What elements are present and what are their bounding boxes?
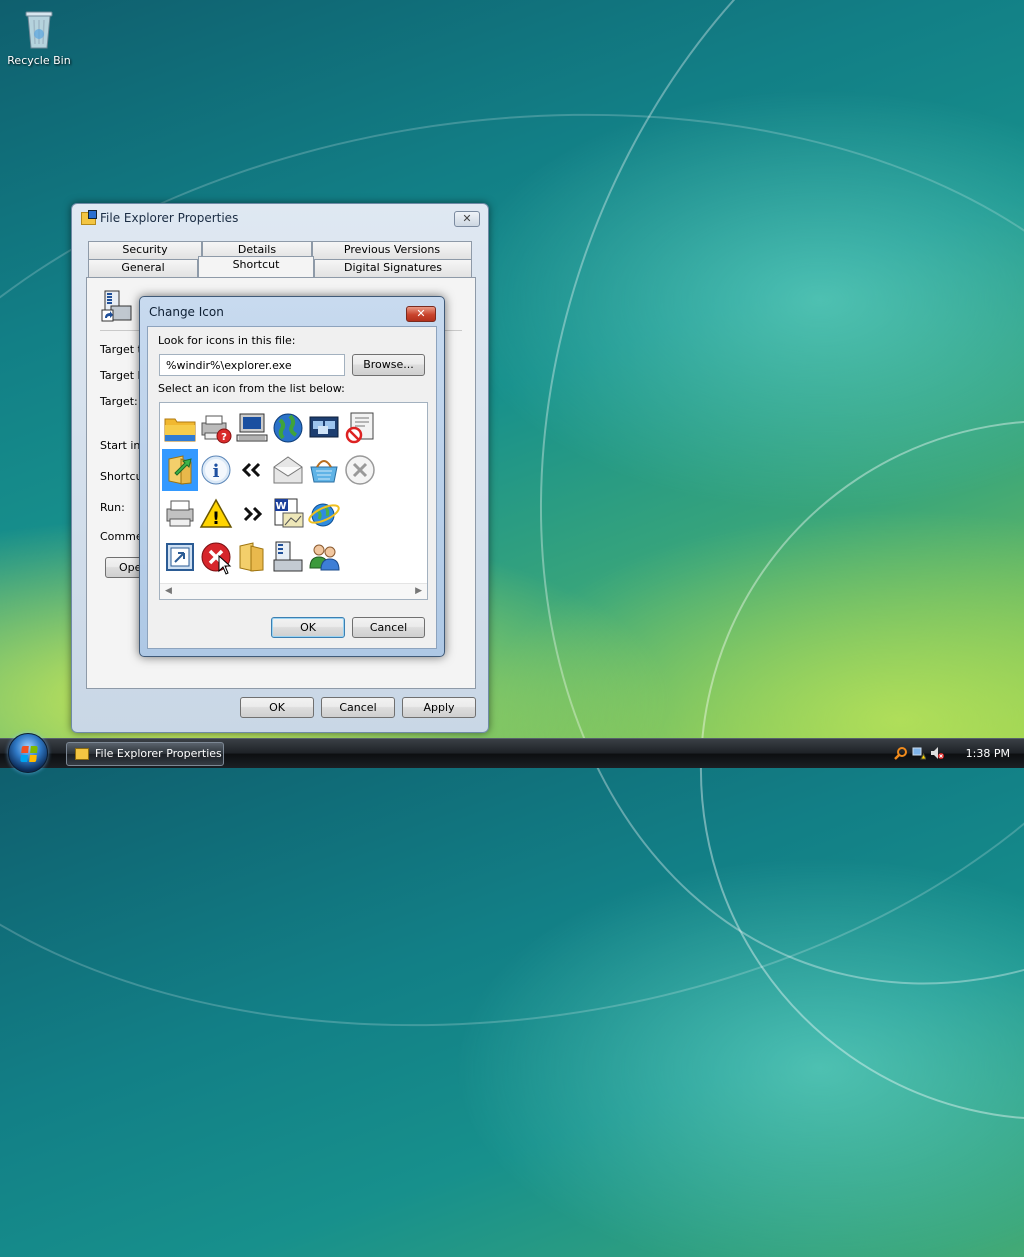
volume-muted-icon[interactable] bbox=[930, 746, 944, 760]
tab-digital-signatures[interactable]: Digital Signatures bbox=[314, 259, 472, 277]
network-warning-icon[interactable] bbox=[912, 746, 926, 760]
search-icon[interactable] bbox=[894, 746, 908, 760]
no-access-document-icon[interactable] bbox=[342, 407, 378, 449]
cancel-circle-icon[interactable] bbox=[342, 449, 378, 491]
properties-ok-button[interactable]: OK bbox=[240, 697, 314, 718]
properties-apply-button[interactable]: Apply bbox=[402, 697, 476, 718]
users-icon[interactable] bbox=[306, 536, 342, 578]
recycle-bin-label: Recycle Bin bbox=[7, 54, 71, 67]
basket-icon[interactable] bbox=[306, 449, 342, 491]
recycle-bin-shortcut[interactable]: Recycle Bin bbox=[4, 6, 74, 67]
taskbar-item-label: File Explorer Properties bbox=[95, 747, 222, 760]
window-arrow-icon[interactable] bbox=[162, 536, 198, 578]
taskbar: File Explorer Properties 1:38 PM bbox=[0, 733, 1024, 773]
server-icon[interactable] bbox=[270, 536, 306, 578]
folder-open-icon[interactable] bbox=[234, 536, 270, 578]
dialog-ok-button[interactable]: OK bbox=[271, 617, 345, 638]
dialog-cancel-button[interactable]: Cancel bbox=[352, 617, 425, 638]
change-icon-dialog: Change Icon ✕ Look for icons in this fil… bbox=[139, 296, 445, 657]
target-label: Target: bbox=[100, 395, 138, 408]
folder-icon[interactable] bbox=[162, 407, 198, 449]
run-label: Run: bbox=[100, 501, 125, 514]
tab-security[interactable]: Security bbox=[88, 241, 202, 259]
dialog-titlebar[interactable]: Change Icon bbox=[140, 297, 444, 325]
start-button[interactable] bbox=[8, 733, 48, 773]
tab-shortcut[interactable]: Shortcut bbox=[198, 256, 314, 277]
look-for-icons-label: Look for icons in this file: bbox=[158, 334, 296, 347]
tab-previous-versions[interactable]: Previous Versions bbox=[312, 241, 472, 259]
icon-list[interactable]: ? i ! W ◀ ▶ bbox=[159, 402, 428, 600]
folder-shortcut-icon bbox=[75, 748, 89, 760]
word-document-icon[interactable]: W bbox=[270, 493, 306, 535]
explorer-shortcut-icon bbox=[101, 290, 133, 322]
internet-icon[interactable] bbox=[306, 493, 342, 535]
mouse-cursor-icon bbox=[218, 555, 232, 575]
scroll-left-icon[interactable]: ◀ bbox=[165, 586, 172, 596]
window-close-button[interactable]: ✕ bbox=[454, 211, 480, 227]
tab-strip: Security Details Previous Versions Gener… bbox=[86, 241, 474, 279]
network-window-icon[interactable] bbox=[306, 407, 342, 449]
select-icon-label: Select an icon from the list below: bbox=[158, 382, 345, 395]
system-tray: 1:38 PM bbox=[894, 742, 1024, 766]
double-chevron-left-icon[interactable] bbox=[234, 449, 270, 491]
tab-general[interactable]: General bbox=[88, 259, 198, 277]
svg-text:W: W bbox=[275, 501, 286, 512]
icon-list-scrollbar[interactable]: ◀ ▶ bbox=[160, 583, 427, 599]
scroll-right-icon[interactable]: ▶ bbox=[415, 586, 422, 596]
globe-icon[interactable] bbox=[270, 407, 306, 449]
window-title: File Explorer Properties bbox=[100, 211, 239, 225]
dialog-close-button[interactable]: ✕ bbox=[406, 306, 436, 322]
svg-text:i: i bbox=[213, 461, 220, 482]
dialog-body: Look for icons in this file: Browse... S… bbox=[147, 326, 437, 649]
wallpaper-streak bbox=[562, 282, 1024, 1257]
mail-icon[interactable] bbox=[270, 449, 306, 491]
start-in-label: Start in: bbox=[100, 439, 145, 452]
folder-shortcut-icon bbox=[81, 210, 97, 225]
browse-button[interactable]: Browse... bbox=[352, 354, 425, 376]
properties-cancel-button[interactable]: Cancel bbox=[321, 697, 395, 718]
svg-text:!: ! bbox=[212, 509, 220, 529]
printer-icon[interactable] bbox=[162, 493, 198, 535]
warning-icon[interactable]: ! bbox=[198, 493, 234, 535]
icon-file-path-input[interactable] bbox=[159, 354, 345, 376]
info-icon[interactable]: i bbox=[198, 449, 234, 491]
taskbar-clock[interactable]: 1:38 PM bbox=[966, 747, 1010, 760]
recycle-bin-icon bbox=[22, 6, 56, 50]
folder-arrow-icon[interactable] bbox=[162, 449, 198, 491]
svg-text:?: ? bbox=[221, 432, 227, 443]
dialog-title: Change Icon bbox=[149, 305, 224, 319]
computer-icon[interactable] bbox=[234, 407, 270, 449]
taskbar-item-file-explorer-properties[interactable]: File Explorer Properties bbox=[66, 742, 224, 766]
printer-help-icon[interactable]: ? bbox=[198, 407, 234, 449]
window-titlebar[interactable]: File Explorer Properties ✕ bbox=[72, 204, 488, 232]
double-chevron-right-icon[interactable] bbox=[234, 493, 270, 535]
